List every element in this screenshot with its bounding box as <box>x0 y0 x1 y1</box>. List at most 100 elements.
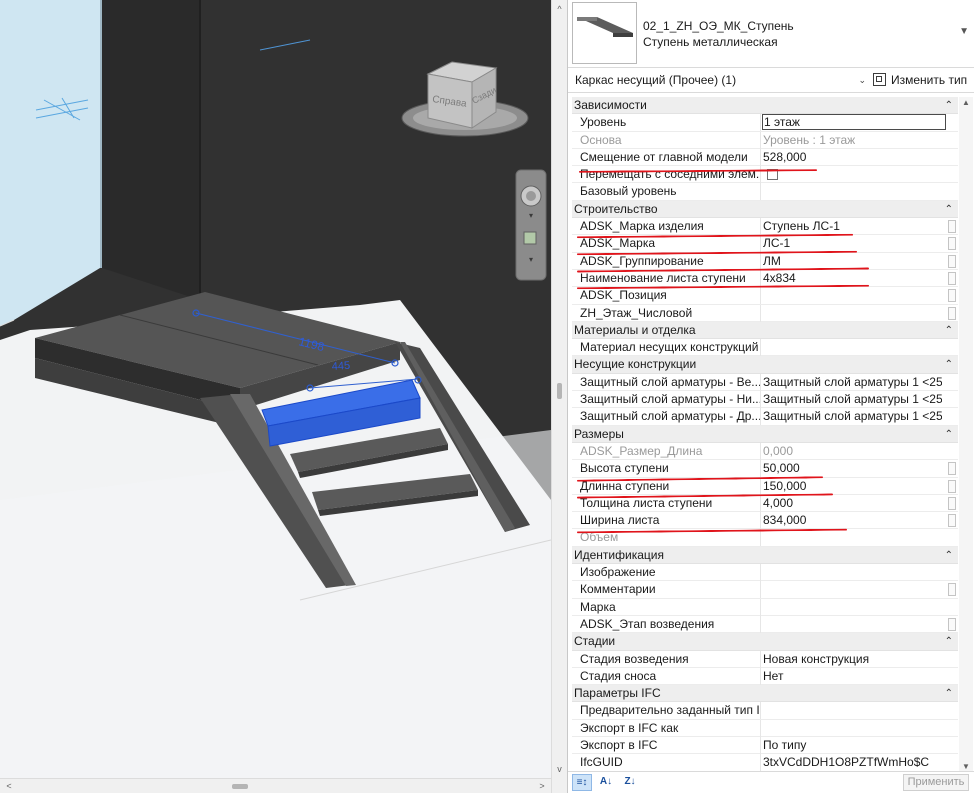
associate-parameter-button[interactable] <box>948 583 956 597</box>
property-value[interactable]: 50,000 <box>762 460 942 477</box>
associate-parameter-button[interactable] <box>948 306 956 320</box>
property-row[interactable]: ZH_Этаж_Числовой <box>572 304 958 322</box>
property-row[interactable]: Предварительно заданный тип I... <box>572 702 958 720</box>
collapse-icon[interactable]: ⌃ <box>945 426 953 443</box>
property-row[interactable]: Ширина листа 834,000 <box>572 512 958 530</box>
property-row[interactable]: Материал несущих конструкций <box>572 339 958 357</box>
property-value[interactable] <box>762 616 942 633</box>
property-value[interactable]: 834,000 <box>762 512 942 529</box>
property-value[interactable]: 1 этаж <box>762 114 946 131</box>
associate-parameter-button[interactable] <box>948 479 956 493</box>
property-value[interactable]: Защитный слой арматуры 1 <25... <box>762 374 942 391</box>
scroll-down-icon[interactable]: v <box>552 762 567 776</box>
scroll-thumb[interactable] <box>557 383 562 399</box>
chevron-down-icon[interactable]: ⌄ <box>858 71 866 90</box>
property-row[interactable]: ADSK_Марка ЛС-1 <box>572 235 958 253</box>
property-row[interactable]: Смещение от главной модели 528,000 <box>572 148 958 167</box>
property-value[interactable] <box>762 599 942 616</box>
property-row[interactable]: Стадия сноса Нет <box>572 667 958 686</box>
scroll-up-icon[interactable]: ▲ <box>959 97 973 109</box>
category-header[interactable]: Стадии ⌃ <box>572 633 958 651</box>
property-value[interactable]: Защитный слой арматуры 1 <25... <box>762 391 942 408</box>
property-row[interactable]: Марка <box>572 598 958 616</box>
property-value[interactable]: 150,000 <box>762 478 942 495</box>
collapse-icon[interactable]: ⌃ <box>945 633 953 650</box>
category-header[interactable]: Идентификация ⌃ <box>572 546 958 565</box>
property-value[interactable] <box>762 702 942 719</box>
scroll-right-icon[interactable]: > <box>535 779 549 793</box>
associate-parameter-button[interactable] <box>948 514 956 528</box>
property-value[interactable] <box>762 183 942 200</box>
category-header[interactable]: Строительство ⌃ <box>572 200 958 219</box>
type-selector[interactable]: 02_1_ZH_ОЭ_МК_Ступень Ступень металличес… <box>568 0 974 68</box>
associate-parameter-button[interactable] <box>948 254 956 268</box>
associate-parameter-button[interactable] <box>948 220 956 234</box>
property-row[interactable]: ADSK_Этап возведения <box>572 615 958 634</box>
property-row[interactable]: Базовый уровень <box>572 183 958 201</box>
collapse-icon[interactable]: ⌃ <box>945 322 953 339</box>
collapse-icon[interactable]: ⌃ <box>945 97 953 114</box>
collapse-icon[interactable]: ⌃ <box>945 547 953 564</box>
property-row[interactable]: ADSK_Размер_Длина 0,000 <box>572 442 958 461</box>
property-row[interactable]: Изображение <box>572 564 958 582</box>
property-row[interactable]: Защитный слой арматуры - Др... Защитный с… <box>572 408 958 426</box>
category-header[interactable]: Размеры ⌃ <box>572 425 958 443</box>
category-header[interactable]: Зависимости ⌃ <box>572 97 958 115</box>
viewport-horizontal-scrollbar[interactable]: < > <box>0 778 551 793</box>
property-row[interactable]: Комментарии <box>572 581 958 599</box>
property-value[interactable]: Нет <box>762 668 942 685</box>
properties-grid[interactable]: Зависимости ⌃ Уровень 1 этаж Основа Уровень :… <box>572 97 958 773</box>
viewport-vertical-scrollbar[interactable]: ^ v <box>551 0 567 793</box>
category-header[interactable]: Материалы и отделка ⌃ <box>572 321 958 340</box>
property-value[interactable]: По типу <box>762 737 942 754</box>
properties-scrollbar[interactable]: ▲ ▼ <box>959 97 973 773</box>
associate-parameter-button[interactable] <box>948 462 956 476</box>
associate-parameter-button[interactable] <box>948 271 956 285</box>
sort-ascending-icon[interactable]: A↓ <box>596 774 616 791</box>
3d-viewport[interactable]: 1198 445 Справа Сзади ▾ ▾ <box>0 0 551 778</box>
associate-parameter-button[interactable] <box>948 617 956 631</box>
collapse-icon[interactable]: ⌃ <box>945 356 953 373</box>
zoom-region-icon[interactable] <box>523 231 537 245</box>
sort-grouped-icon[interactable]: ≡↕ <box>572 774 592 791</box>
type-dropdown-icon[interactable]: ▼ <box>959 26 969 37</box>
category-header[interactable]: Параметры IFC ⌃ <box>572 685 958 703</box>
property-row[interactable]: Высота ступени 50,000 <box>572 460 958 478</box>
property-value[interactable] <box>762 305 942 322</box>
property-row[interactable]: Защитный слой арматуры - Ве... Защитный с… <box>572 373 958 392</box>
property-row[interactable]: Основа Уровень : 1 этаж <box>572 131 958 149</box>
collapse-icon[interactable]: ⌃ <box>945 201 953 218</box>
property-value[interactable]: 4,000 <box>762 495 942 512</box>
property-row[interactable]: Экспорт в IFC как <box>572 719 958 737</box>
property-row[interactable]: ADSK_Марка изделия Ступень ЛС-1 <box>572 218 958 236</box>
property-value[interactable] <box>762 564 942 581</box>
property-row[interactable]: IfcGUID 3txVCdDDH1O8PZTfWmHo$C <box>572 754 958 772</box>
property-value[interactable]: ЛС-1 <box>762 235 942 252</box>
edit-type-button[interactable]: Изменить тип <box>871 71 971 90</box>
scroll-thumb[interactable] <box>232 784 248 789</box>
model-view[interactable]: 1198 445 Справа Сзади ▾ ▾ <box>0 0 551 778</box>
property-row[interactable]: Стадия возведения Новая конструкция <box>572 650 958 668</box>
associate-parameter-button[interactable] <box>948 289 956 303</box>
collapse-icon[interactable]: ⌃ <box>945 685 953 702</box>
property-value[interactable]: Ступень ЛС-1 <box>762 218 942 235</box>
property-row[interactable]: ADSK_Позиция <box>572 287 958 305</box>
category-header[interactable]: Несущие конструкции ⌃ <box>572 356 958 374</box>
property-row[interactable]: Уровень 1 этаж <box>572 114 958 132</box>
property-row[interactable]: Защитный слой арматуры - Ни... Защитный с… <box>572 391 958 409</box>
property-value[interactable] <box>762 287 942 304</box>
property-value[interactable] <box>762 720 942 737</box>
property-row[interactable]: Экспорт в IFC По типу <box>572 736 958 755</box>
navigation-bar[interactable]: ▾ ▾ <box>515 169 547 281</box>
associate-parameter-button[interactable] <box>948 237 956 251</box>
scroll-up-icon[interactable]: ^ <box>552 2 567 16</box>
apply-button[interactable]: Применить <box>903 774 969 791</box>
property-value[interactable]: 3txVCdDDH1O8PZTfWmHo$C <box>762 754 942 771</box>
property-value[interactable]: Защитный слой арматуры 1 <25... <box>762 408 942 425</box>
selection-filter-dropdown[interactable]: Каркас несущий (Прочее) (1) ⌄ <box>572 71 868 90</box>
property-value[interactable] <box>762 339 942 356</box>
scroll-left-icon[interactable]: < <box>2 779 16 793</box>
property-value[interactable]: Новая конструкция <box>762 651 942 668</box>
sort-descending-icon[interactable]: Z↓ <box>620 774 640 791</box>
property-value[interactable]: 528,000 <box>762 149 942 166</box>
